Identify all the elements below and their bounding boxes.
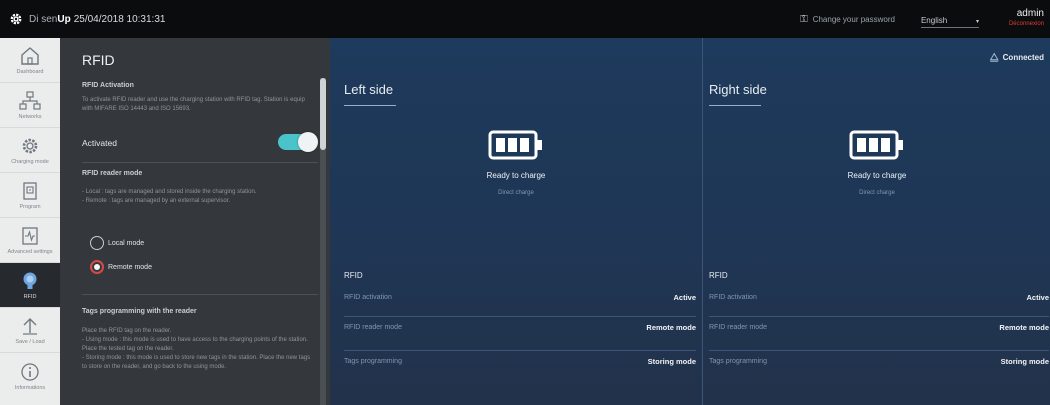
panel-scrollbar[interactable]: [320, 78, 326, 405]
language-value: English: [920, 15, 948, 25]
row-value: Remote mode: [646, 323, 696, 332]
row-key: Tags programming: [709, 358, 767, 365]
right-row-rfid-activation: RFID activation Active: [709, 286, 1049, 308]
right-row-tags-programming: Tags programming Storing mode: [709, 350, 1049, 372]
change-password-link[interactable]: ⚿ Change your password: [800, 14, 895, 25]
row-key: RFID reader mode: [709, 324, 767, 331]
radio-remote-mode[interactable]: Remote mode: [90, 260, 152, 274]
radio-remote-label: Remote mode: [108, 263, 152, 271]
activation-heading: RFID Activation: [82, 82, 134, 89]
info-icon: [17, 361, 43, 383]
battery-icon: [849, 130, 905, 160]
sidebar-nav: Dashboard Networks Charging mode Program…: [0, 38, 60, 405]
radio-circle: [90, 236, 104, 250]
row-key: RFID reader mode: [344, 324, 402, 331]
dropdown-caret-icon: ▾: [975, 18, 979, 25]
left-charge-status: Ready to charge: [486, 171, 546, 180]
sidebar-item-dashboard[interactable]: Dashboard: [0, 38, 60, 83]
left-rfid-heading: RFID: [344, 271, 363, 280]
reader-mode-heading: RFID reader mode: [82, 170, 143, 177]
sidebar-item-label: Charging mode: [11, 159, 49, 165]
sidebar-item-label: RFID: [23, 294, 37, 300]
change-password-label: Change your password: [812, 14, 895, 24]
row-value: Active: [1026, 292, 1049, 302]
rfid-bulb-icon: [17, 270, 43, 292]
tags-programming-description: Place the RFID tag on the reader. - Usin…: [82, 328, 311, 370]
sidebar-item-label: Program: [19, 204, 41, 210]
sidebar-item-program[interactable]: Program: [0, 173, 60, 218]
brand-bold: Up: [57, 13, 71, 25]
user-name: admin: [1016, 8, 1044, 19]
current-datetime: 25/04/2018 10:31:31: [73, 13, 166, 25]
sidebar-item-label: Informations: [14, 384, 46, 391]
sidebar-item-label: Networks: [18, 114, 42, 120]
left-row-tags-programming: Tags programming Storing mode: [344, 350, 696, 372]
sidebar-item-advanced-settings[interactable]: Advanced settings: [0, 218, 60, 263]
gear-icon: [17, 135, 43, 157]
toggle-knob: [298, 132, 318, 152]
section-divider: [82, 162, 318, 163]
row-value: Storing mode: [1000, 357, 1049, 366]
radio-local-mode[interactable]: Local mode: [90, 236, 144, 250]
right-side-title: Right side: [709, 82, 767, 97]
network-icon: [17, 90, 43, 112]
left-side-title: Left side: [344, 82, 394, 97]
title-underline: [709, 105, 761, 106]
reader-mode-description: - Local : tags are managed and stored in…: [82, 189, 257, 204]
logout-link[interactable]: Déconnexion: [1009, 19, 1044, 29]
right-row-reader-mode: RFID reader mode Remote mode: [709, 316, 1049, 338]
activated-label: Activated: [82, 138, 117, 148]
program-icon: [17, 180, 43, 202]
left-charge-substatus: Direct charge: [498, 190, 534, 196]
dashboard-area: ⧋ Connected Left side Ready to charge Di…: [330, 38, 1050, 405]
battery-icon: [488, 130, 544, 160]
tags-programming-heading: Tags programming with the reader: [82, 308, 197, 315]
right-charge-substatus: Direct charge: [859, 190, 895, 196]
left-row-reader-mode: RFID reader mode Remote mode: [344, 316, 696, 338]
rfid-activation-toggle[interactable]: [278, 132, 318, 152]
brand-prefix: Di sen: [29, 13, 58, 25]
scrollbar-thumb[interactable]: [320, 78, 326, 150]
sidebar-item-rfid[interactable]: RFID: [0, 263, 60, 308]
rfid-settings-panel: RFID RFID Activation To activate RFID re…: [60, 38, 330, 405]
top-bar: Di senUp 25/04/2018 10:31:31 ⚿ Change yo…: [0, 0, 1050, 38]
sidebar-item-label: Save / Load: [15, 339, 45, 345]
left-side-column: Left side Ready to charge Direct charge …: [330, 38, 702, 405]
sidebar-item-charging-mode[interactable]: Charging mode: [0, 128, 60, 173]
row-key: RFID activation: [344, 293, 392, 301]
row-key: Tags programming: [344, 358, 402, 365]
sidebar-item-label: Dashboard: [16, 69, 44, 75]
app-brand: Di senUp: [29, 14, 71, 25]
advanced-settings-icon: [17, 225, 43, 247]
right-side-column: Right side Ready to charge Direct charge…: [702, 38, 1050, 405]
row-value: Remote mode: [999, 323, 1049, 332]
right-rfid-heading: RFID: [709, 271, 728, 280]
row-key: RFID activation: [709, 293, 757, 301]
user-menu[interactable]: admin Déconnexion: [1009, 9, 1044, 29]
sidebar-item-label: Advanced settings: [7, 249, 53, 255]
sidebar-item-informations[interactable]: Informations: [0, 353, 60, 398]
activation-description: To activate RFID reader and use the char…: [82, 97, 305, 112]
key-icon: ⚿: [800, 13, 808, 25]
sidebar-item-save-load[interactable]: Save / Load: [0, 308, 60, 353]
row-value: Storing mode: [647, 357, 696, 366]
radio-circle-selected: [90, 260, 104, 274]
left-row-rfid-activation: RFID activation Active: [344, 286, 696, 308]
right-charge-status: Ready to charge: [847, 171, 907, 180]
sidebar-item-networks[interactable]: Networks: [0, 83, 60, 128]
panel-title: RFID: [82, 52, 115, 68]
section-divider: [82, 294, 318, 295]
title-underline: [344, 105, 396, 106]
language-select[interactable]: English ▾: [920, 11, 979, 28]
row-value: Active: [673, 292, 696, 302]
settings-gear-icon[interactable]: [9, 12, 23, 26]
radio-local-label: Local mode: [108, 239, 145, 247]
upload-arrow-icon: [17, 315, 43, 337]
home-icon: [17, 45, 43, 67]
